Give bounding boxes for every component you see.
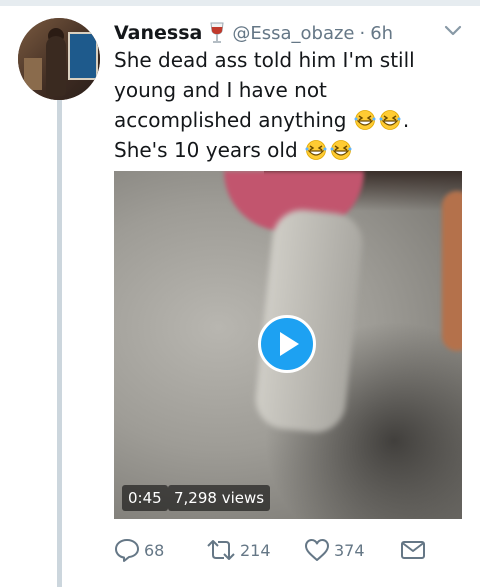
thread-connector-line: [57, 100, 62, 587]
wine-glass-icon: [208, 22, 226, 44]
tweet-actions: 68 214 374: [114, 536, 464, 564]
timestamp[interactable]: 6h: [370, 23, 393, 44]
heart-icon: [305, 539, 329, 561]
chevron-down-icon[interactable]: [442, 22, 464, 40]
grinning-squinting-face-icon: [329, 138, 353, 160]
reply-count: 68: [144, 540, 165, 560]
play-button[interactable]: [258, 315, 316, 373]
tweet-header: Vanessa @Essa_obaze · 6h: [114, 19, 393, 47]
top-divider: [0, 0, 480, 6]
like-count: 374: [334, 540, 365, 560]
separator-dot: ·: [359, 22, 366, 44]
retweet-count: 214: [240, 540, 271, 560]
author-handle[interactable]: @Essa_obaze: [232, 23, 354, 44]
avatar[interactable]: [18, 18, 100, 100]
author-name[interactable]: Vanessa: [114, 22, 202, 44]
video-player[interactable]: 0:45 7,298 views: [114, 171, 462, 519]
direct-message-button[interactable]: [400, 536, 430, 564]
video-view-count: 7,298 views: [168, 485, 271, 511]
like-button[interactable]: 374: [304, 536, 365, 564]
envelope-icon: [401, 541, 425, 559]
grinning-squinting-face-icon: [378, 108, 402, 130]
video-duration: 0:45: [122, 485, 168, 511]
retweet-button[interactable]: 214: [206, 536, 271, 564]
reply-button[interactable]: 68: [114, 536, 164, 564]
tweet-text: She dead ass told him I'm still young an…: [114, 45, 464, 165]
grinning-squinting-face-icon: [353, 108, 377, 130]
grinning-squinting-face-icon: [304, 138, 328, 160]
retweet-icon: [207, 540, 235, 560]
play-icon: [280, 332, 299, 356]
reply-icon: [115, 539, 139, 562]
